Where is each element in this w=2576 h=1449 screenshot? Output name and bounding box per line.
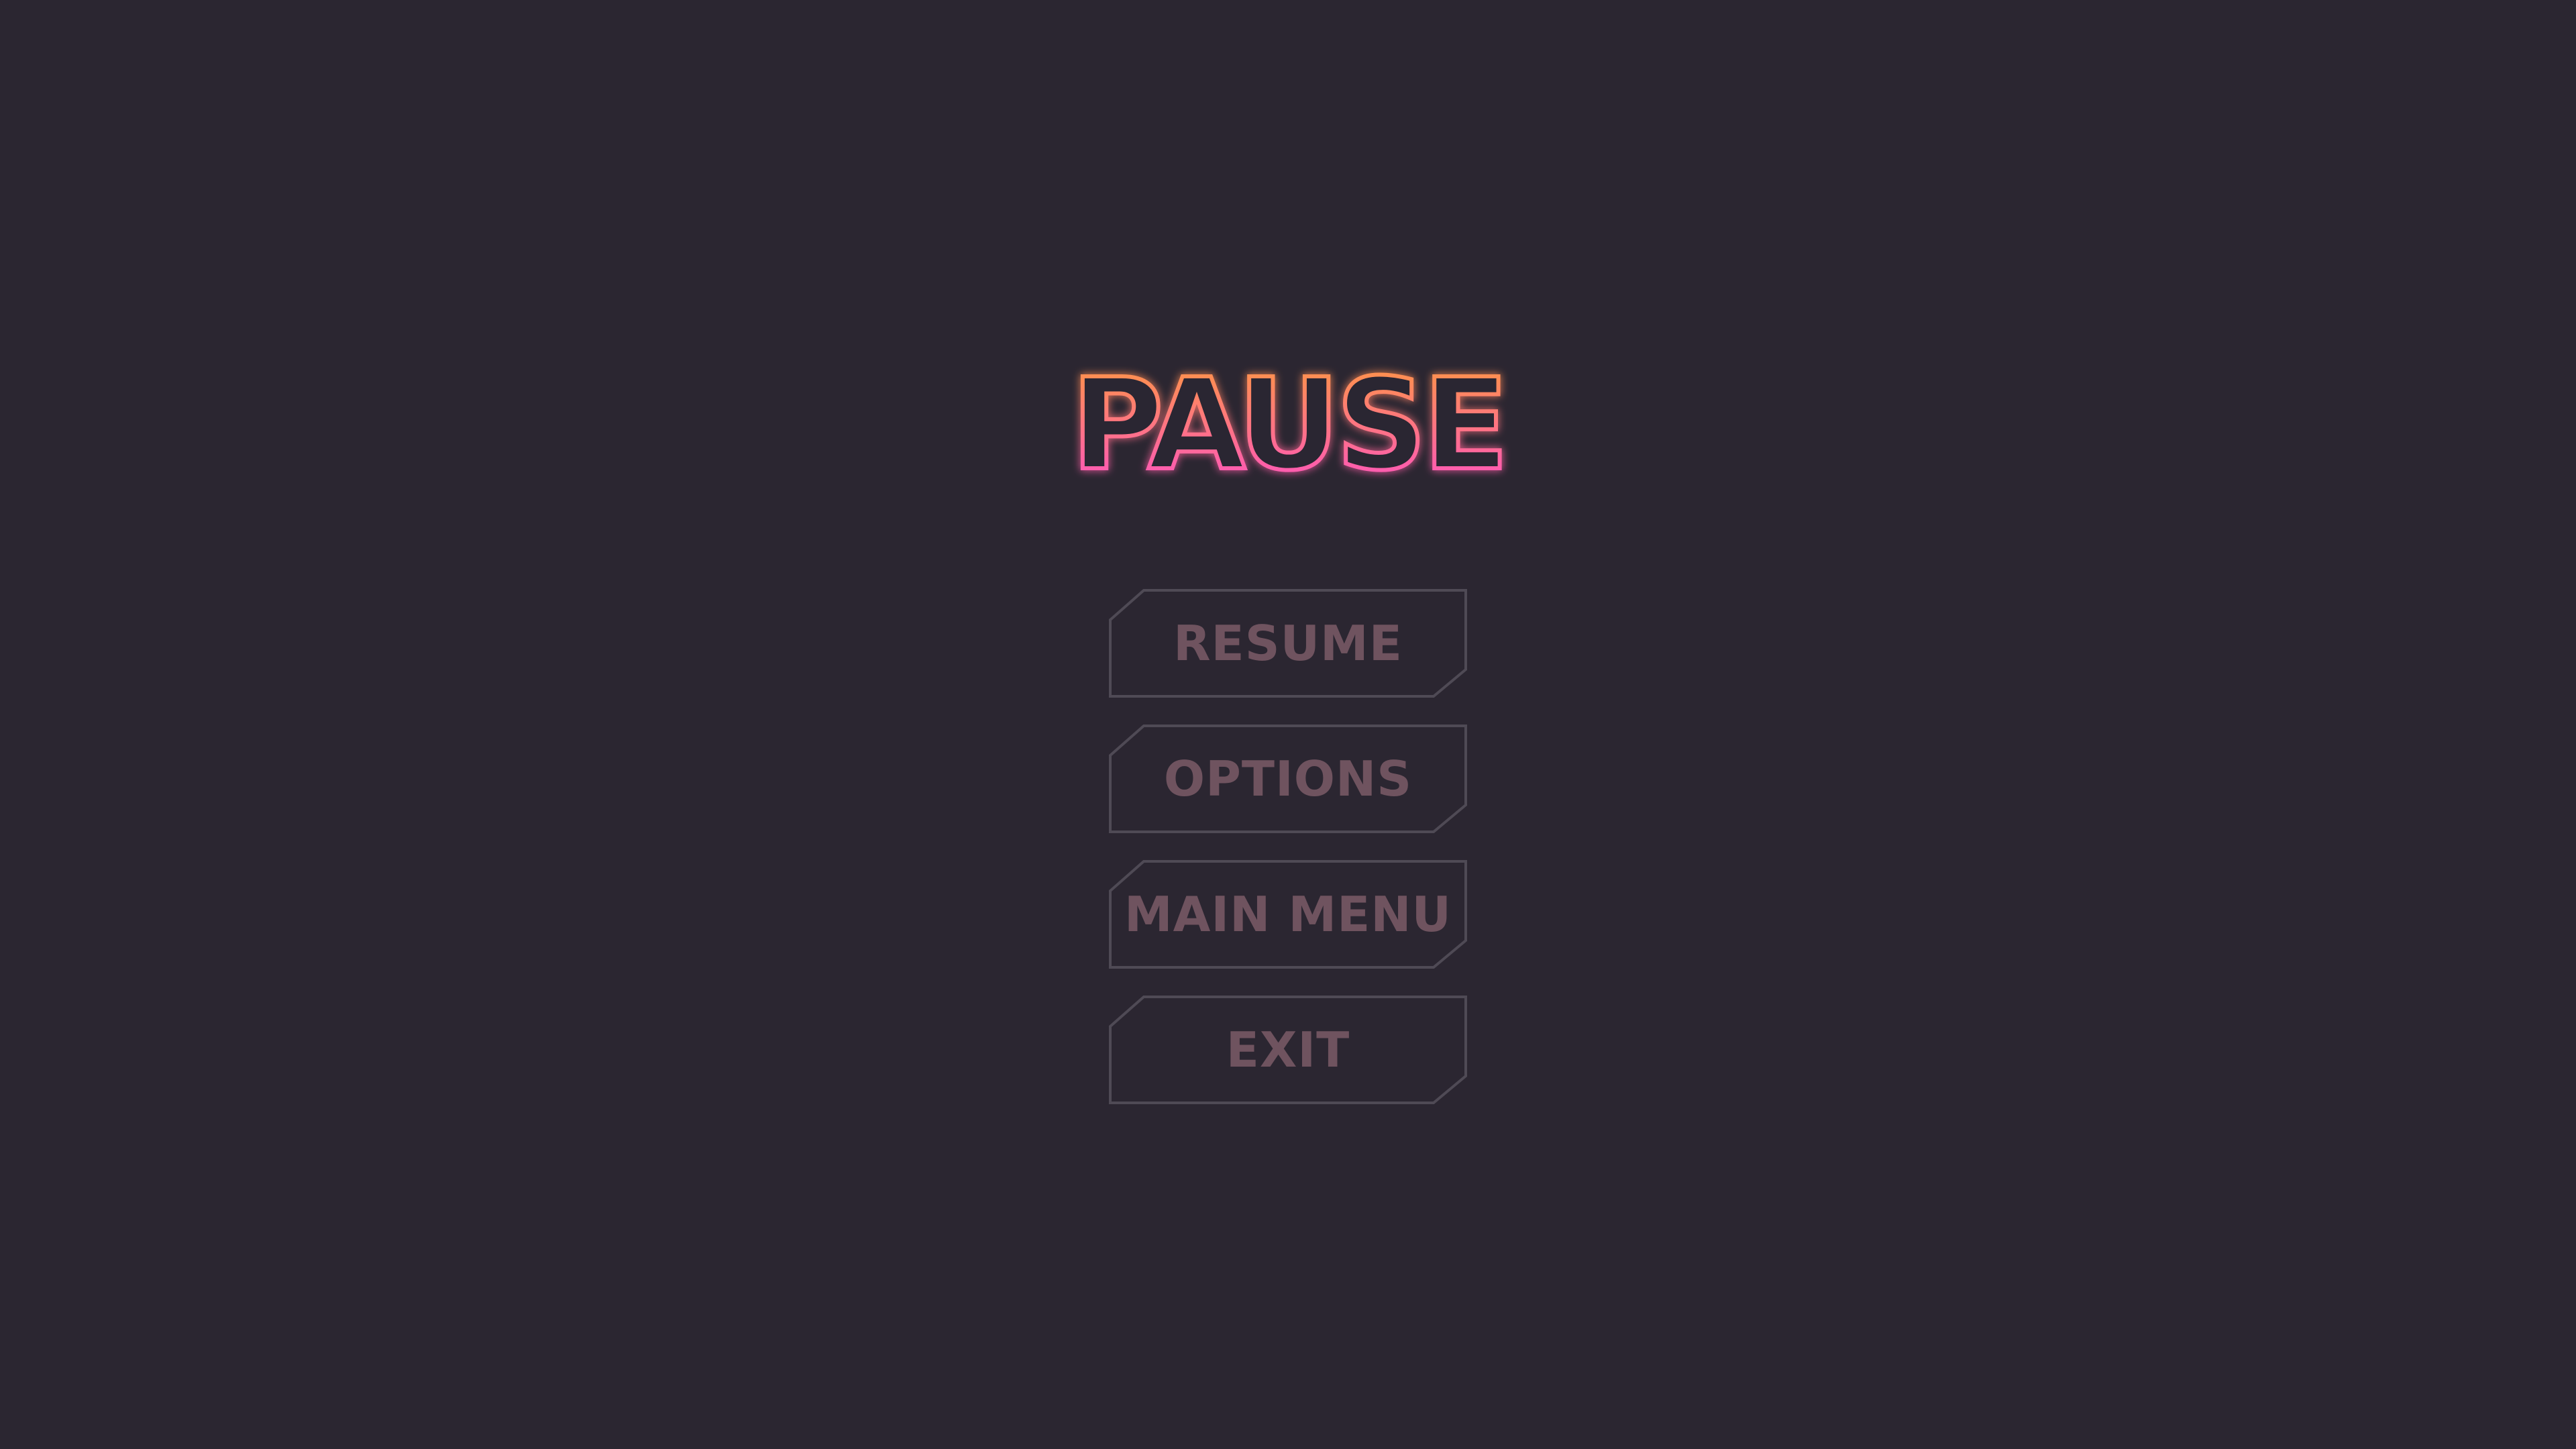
main-menu-button[interactable]: MAIN MENU	[1109, 860, 1467, 969]
exit-label: EXIT	[1226, 1022, 1350, 1078]
resume-label: RESUME	[1173, 615, 1403, 672]
options-button[interactable]: OPTIONS	[1109, 724, 1467, 833]
main-menu-label: MAIN MENU	[1124, 886, 1452, 943]
exit-button[interactable]: EXIT	[1109, 996, 1467, 1104]
resume-button[interactable]: RESUME	[1109, 589, 1467, 698]
pause-title: PAUSE	[1046, 362, 1529, 490]
pause-title-logo: PAUSE	[1069, 362, 1511, 490]
pause-title-text: PAUSE	[1071, 362, 1505, 490]
pause-menu: RESUME OPTIONS MAIN MENU EXIT	[1109, 589, 1467, 1131]
options-label: OPTIONS	[1163, 751, 1413, 807]
pause-screen: PAUSE RESUME OPTIONS MAIN MENU EXIT	[0, 0, 2576, 1449]
